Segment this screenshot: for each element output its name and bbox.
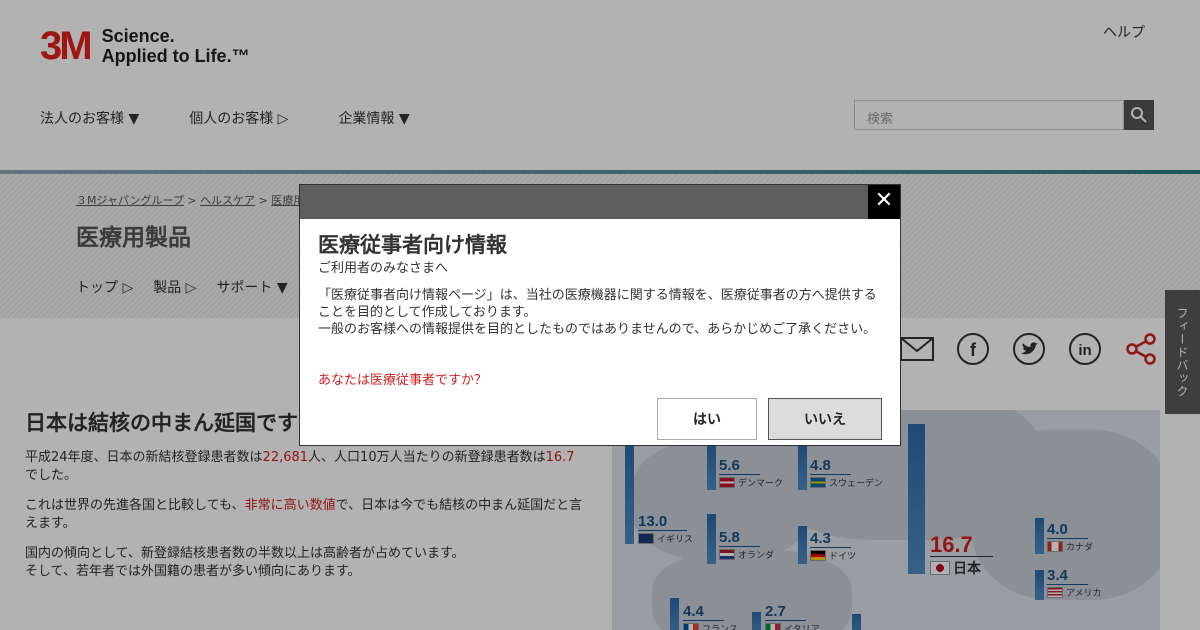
modal-titlebar: [300, 185, 900, 219]
close-button[interactable]: ✕: [868, 185, 900, 219]
modal-body-text-2: 一般のお客様への情報提供を目的としたものではありませんので、あらかじめご了承くだ…: [318, 322, 877, 337]
modal-title: 医療従事者向け情報: [318, 233, 507, 257]
no-button[interactable]: いいえ: [768, 398, 882, 440]
modal-body-text-1: 「医療従事者向け情報ページ」は、当社の医療機器に関する情報を、医療従事者の方へ提…: [318, 288, 877, 320]
yes-button[interactable]: はい: [657, 398, 757, 440]
healthcare-professional-modal: ✕ 医療従事者向け情報 ご利用者のみなさまへ 「医療従事者向け情報ページ」は、当…: [299, 184, 901, 446]
modal-question: あなたは医療従事者ですか？: [318, 373, 488, 388]
close-icon: ✕: [874, 188, 894, 213]
modal-body: 「医療従事者向け情報ページ」は、当社の医療機器に関する情報を、医療従事者の方へ提…: [318, 287, 884, 338]
modal-subtitle: ご利用者のみなさまへ: [318, 261, 449, 276]
